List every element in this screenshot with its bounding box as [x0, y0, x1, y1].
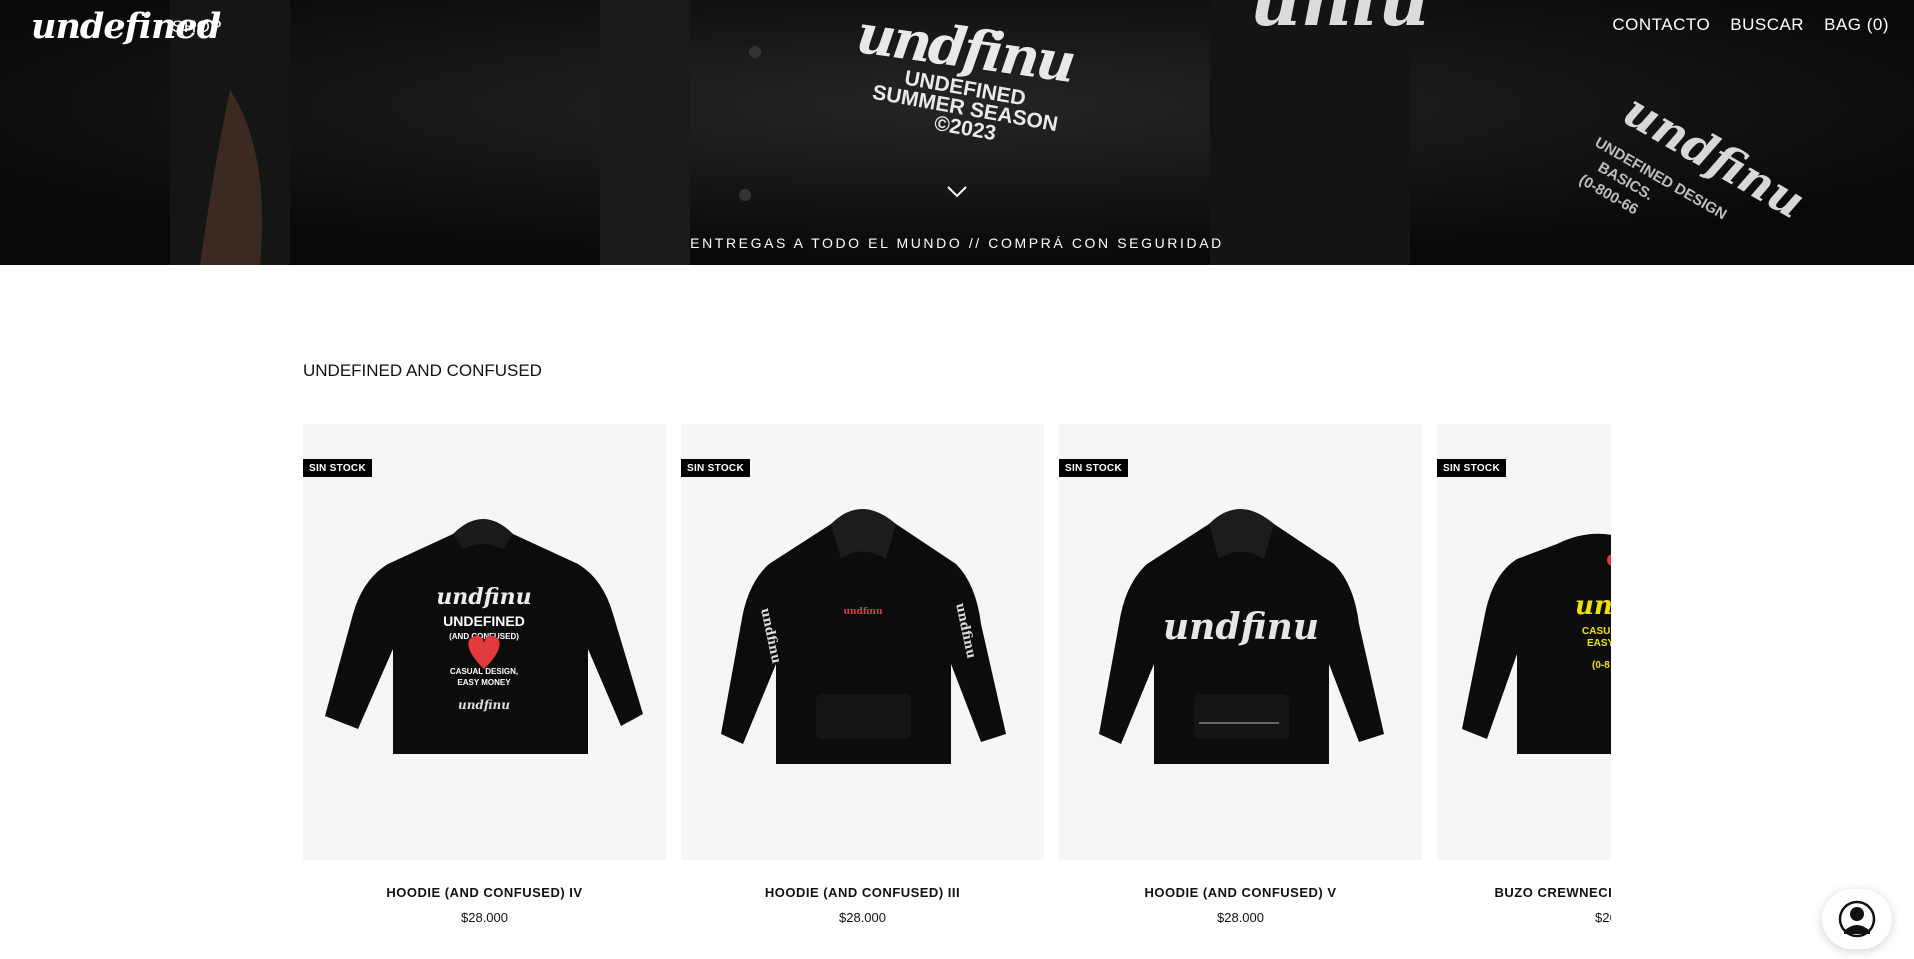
nav-bag-link[interactable]: BAG (0): [1824, 15, 1889, 35]
out-of-stock-badge: SIN STOCK: [303, 459, 372, 477]
product-image[interactable]: undfinu SIN STOCK: [1059, 424, 1422, 860]
product-price: $26.000: [1595, 910, 1611, 925]
header-nav: CONTACTO BUSCAR BAG (0): [1612, 15, 1889, 35]
product-image[interactable]: undfinu CASUA EASY (0-8 SIN STOCK: [1437, 424, 1611, 860]
nav-shop-link[interactable]: SHOP: [172, 17, 222, 37]
print-text: EASY MONEY: [457, 678, 511, 687]
chat-agent-icon: [1838, 900, 1876, 938]
product-card[interactable]: undfinu undfinu undfinu SIN STOCK HOODIE…: [681, 424, 1044, 925]
product-carousel[interactable]: undfinu UNDEFINED (AND CONFUSED) CASUAL …: [303, 424, 1611, 944]
chevron-down-icon[interactable]: [946, 185, 968, 199]
nav-contacto-link[interactable]: CONTACTO: [1612, 15, 1710, 35]
hero-season-graphic: undfinu UNDEFINED SUMMER SEASON ©2023: [830, 1, 1100, 192]
hero-banner: uniu undfinu UNDEFINED DESIGN BASICS. (0…: [0, 0, 1914, 265]
product-card[interactable]: undfinu SIN STOCK HOODIE (AND CONFUSED) …: [1059, 424, 1422, 925]
print-text: (AND CONFUSED): [449, 632, 519, 641]
print-text: UNDEFINED: [443, 613, 525, 629]
product-card[interactable]: undfinu UNDEFINED (AND CONFUSED) CASUAL …: [303, 424, 666, 925]
print-text: (0-8: [1592, 660, 1610, 671]
svg-text:undfinu: undfinu: [1163, 606, 1319, 648]
product-price: $28.000: [461, 910, 508, 925]
svg-text:undfinu: undfinu: [1575, 591, 1611, 621]
hoodie-back-image: undfinu UNDEFINED (AND CONFUSED) CASUAL …: [325, 519, 643, 754]
product-name[interactable]: HOODIE (AND CONFUSED) IV: [303, 885, 666, 900]
crewneck-image: undfinu CASUA EASY (0-8: [1462, 533, 1611, 754]
product-name[interactable]: HOODIE (AND CONFUSED) V: [1059, 885, 1422, 900]
product-name[interactable]: BUZO CREWNECK (AND CONFUSED): [1437, 885, 1612, 900]
product-image[interactable]: undfinu UNDEFINED (AND CONFUSED) CASUAL …: [303, 424, 666, 860]
shipping-banner-text: ENTREGAS A TODO EL MUNDO // COMPRÁ CON S…: [690, 235, 1224, 251]
print-text: CASUA: [1582, 626, 1611, 637]
hoodie-front-image: undfinu undfinu undfinu: [721, 509, 1006, 764]
collection-title: UNDEFINED AND CONFUSED: [303, 361, 542, 380]
out-of-stock-badge: SIN STOCK: [1437, 459, 1506, 477]
svg-text:undfinu: undfinu: [843, 607, 882, 617]
svg-text:undfinu: undfinu: [458, 698, 510, 712]
chat-button[interactable]: [1822, 889, 1892, 949]
hoodie-front-image: undfinu: [1099, 509, 1384, 764]
svg-text:uniu: uniu: [1250, 0, 1429, 42]
out-of-stock-badge: SIN STOCK: [1059, 459, 1128, 477]
product-image[interactable]: undfinu undfinu undfinu SIN STOCK: [681, 424, 1044, 860]
product-card[interactable]: undfinu CASUA EASY (0-8 SIN STOCK BUZO C…: [1437, 424, 1611, 925]
print-text: CASUAL DESIGN,: [450, 667, 518, 676]
nav-buscar-link[interactable]: BUSCAR: [1730, 15, 1804, 35]
out-of-stock-badge: SIN STOCK: [681, 459, 750, 477]
svg-text:undfinu: undfinu: [436, 584, 531, 610]
product-name[interactable]: HOODIE (AND CONFUSED) III: [681, 885, 1044, 900]
product-price: $28.000: [839, 910, 886, 925]
product-price: $28.000: [1217, 910, 1264, 925]
print-text: EASY: [1587, 638, 1611, 649]
